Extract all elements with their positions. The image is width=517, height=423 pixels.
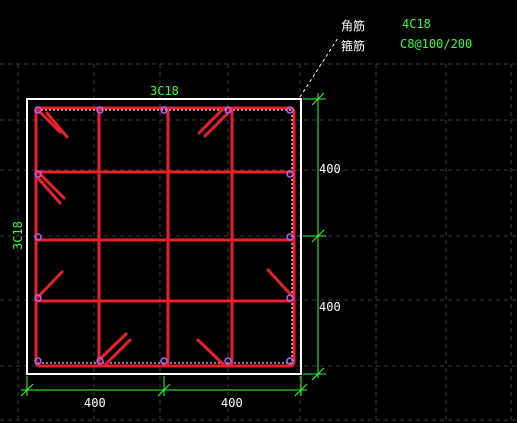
- dimension-bottom-right: 400: [221, 396, 243, 410]
- top-rebar-label: 3C18: [150, 84, 179, 98]
- dimension-bottom-left: 400: [84, 396, 106, 410]
- dimension-right-bottom: 400: [319, 300, 341, 314]
- stirrup-label: 箍筋: [341, 39, 366, 53]
- side-rebar-label: 3C18: [11, 221, 25, 250]
- background-grid: [0, 63, 517, 423]
- dimension-right-top: 400: [319, 162, 341, 176]
- outer-stirrup: [34, 106, 296, 368]
- hook-11: [196, 338, 226, 367]
- rebar-group: [34, 106, 296, 368]
- annotation-leader: [299, 37, 339, 98]
- column-section-drawing: 3C18: [0, 37, 517, 423]
- corner-rebar-label: 角筋: [341, 19, 366, 33]
- corner-rebar-value: 4C18: [402, 17, 431, 31]
- hook-7: [36, 270, 64, 299]
- hook-2: [45, 111, 69, 139]
- hook-8: [266, 268, 294, 298]
- stirrup-value: C8@100/200: [400, 37, 473, 51]
